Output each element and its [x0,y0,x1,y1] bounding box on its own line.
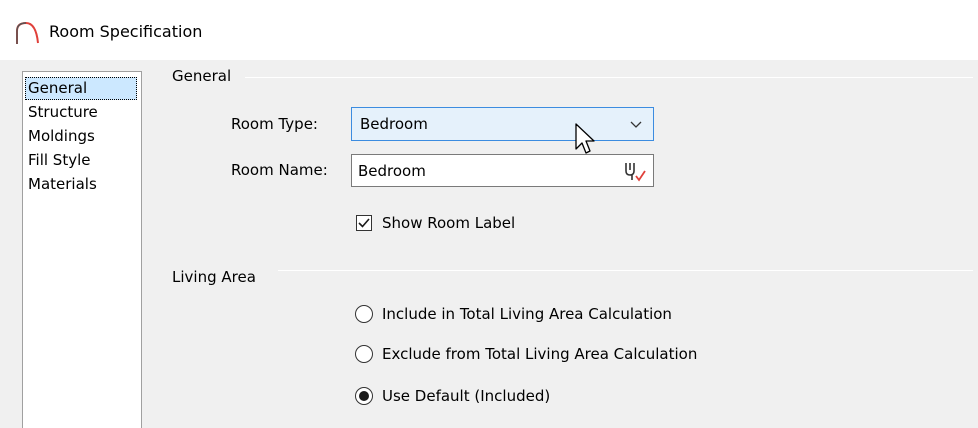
include-living-area-label: Include in Total Living Area Calculation [382,305,672,323]
chevron-down-icon [630,121,642,128]
exclude-living-area-label: Exclude from Total Living Area Calculati… [382,345,698,363]
show-room-label-checkbox[interactable] [356,215,372,231]
room-name-value: Bedroom [358,162,426,180]
nav-item-general[interactable]: General [25,77,137,100]
window-title: Room Specification [49,22,203,41]
arch-icon [16,21,39,44]
room-type-dropdown[interactable]: Bedroom [351,107,654,141]
checkmark-icon [358,218,370,228]
room-type-value: Bedroom [360,115,428,133]
nav-item-fill-style[interactable]: Fill Style [25,149,90,172]
dialog-content: General Structure Moldings Fill Style Ma… [0,60,978,428]
nav-item-moldings[interactable]: Moldings [25,125,95,148]
living-area-group-divider [278,270,973,271]
include-living-area-radio[interactable] [355,305,373,323]
mouse-pointer-icon [575,123,595,154]
use-default-radio[interactable] [355,387,373,405]
text-macro-icon[interactable] [621,159,647,183]
title-bar: Room Specification [0,0,978,60]
general-group-title: General [172,67,240,85]
living-area-group-title: Living Area [172,268,264,286]
use-default-label: Use Default (Included) [382,387,551,405]
room-name-label: Room Name: [231,161,328,179]
room-name-field[interactable]: Bedroom [351,154,654,187]
nav-item-structure[interactable]: Structure [25,101,98,124]
room-type-label: Room Type: [231,115,318,133]
exclude-living-area-radio[interactable] [355,345,373,363]
show-room-label-text: Show Room Label [382,214,516,232]
nav-item-materials[interactable]: Materials [25,173,97,196]
general-group-divider [245,77,973,78]
radio-selected-dot [359,391,369,401]
category-list: General Structure Moldings Fill Style Ma… [22,71,142,428]
